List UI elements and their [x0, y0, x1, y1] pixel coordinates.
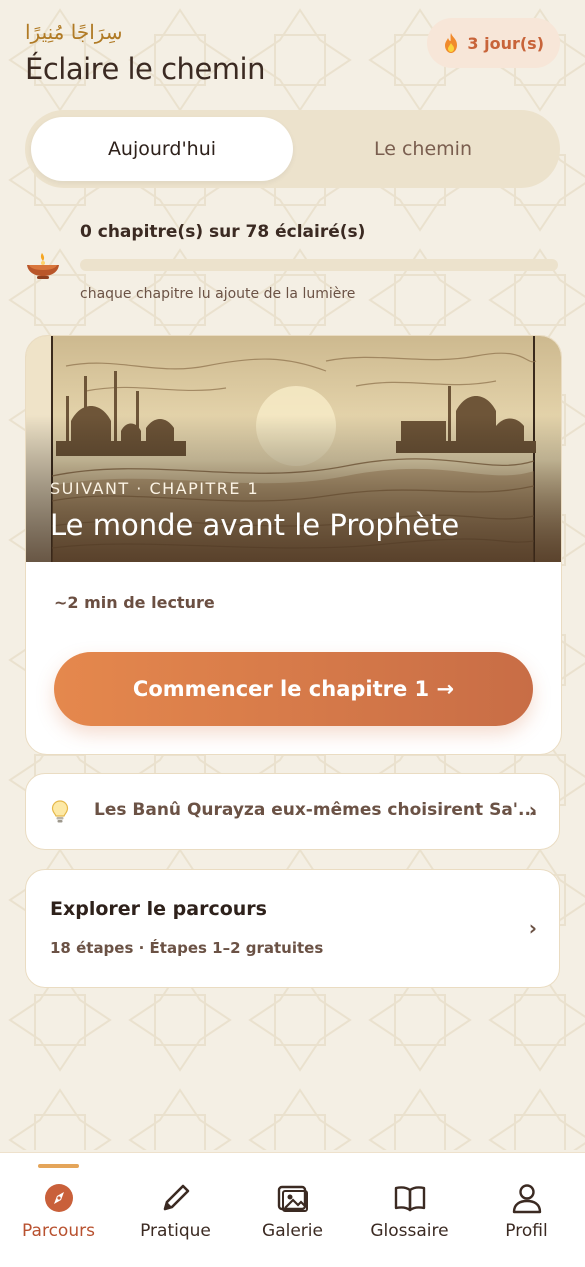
nav-item-glossaire[interactable]: Glossaire	[351, 1181, 468, 1251]
nav-label-galerie: Galerie	[262, 1221, 323, 1241]
progress-subtitle: chaque chapitre lu ajoute de la lumière	[80, 286, 356, 302]
image-gallery-icon	[277, 1185, 308, 1212]
streak-badge[interactable]: 3 jour(s)	[427, 18, 560, 68]
next-chapter-card[interactable]: SUIVANT · CHAPITRE 1 Le monde avant le P…	[25, 335, 562, 755]
explore-path-card[interactable]: Explorer le parcours 18 étapes · Étapes …	[25, 869, 560, 988]
start-chapter-button[interactable]: Commencer le chapitre 1 →	[54, 652, 533, 726]
lightbulb-icon	[51, 800, 69, 823]
pen-icon	[163, 1184, 189, 1211]
explore-subtitle: 18 étapes · Étapes 1–2 gratuites	[50, 939, 324, 957]
progress-bar	[80, 259, 558, 271]
flame-icon	[445, 33, 458, 53]
nav-label-glossaire: Glossaire	[370, 1221, 449, 1241]
chevron-right-icon: ›	[528, 798, 537, 822]
compass-icon	[44, 1184, 73, 1212]
nav-item-parcours[interactable]: Parcours	[0, 1181, 117, 1251]
nav-item-profil[interactable]: Profil	[468, 1181, 585, 1251]
tab-today[interactable]: Aujourd'hui	[31, 117, 293, 181]
bottom-navigation: Parcours Pratique Galerie Glossaire Prof…	[0, 1152, 585, 1267]
chevron-right-icon: ›	[528, 916, 537, 940]
header: سِرَاجًا مُنِيرًا Éclaire le chemin 3 jo…	[25, 18, 560, 98]
fact-text: Les Banû Qurayza eux-mêmes choisirent Sa…	[94, 800, 538, 820]
fact-card[interactable]: Les Banû Qurayza eux-mêmes choisirent Sa…	[25, 773, 560, 850]
nav-label-parcours: Parcours	[22, 1221, 95, 1241]
progress-section: 0 chapitre(s) sur 78 éclairé(s) chaque c…	[25, 215, 560, 315]
nav-item-pratique[interactable]: Pratique	[117, 1181, 234, 1251]
progress-title: 0 chapitre(s) sur 78 éclairé(s)	[80, 222, 366, 242]
app-root: سِرَاجًا مُنِيرًا Éclaire le chemin 3 jo…	[0, 0, 585, 1267]
active-tab-indicator	[38, 1164, 79, 1168]
chapter-kicker: SUIVANT · CHAPITRE 1	[50, 479, 260, 498]
read-time: ~2 min de lecture	[54, 593, 215, 612]
nav-label-pratique: Pratique	[140, 1221, 211, 1241]
book-icon	[394, 1186, 425, 1212]
streak-label: 3 jour(s)	[467, 33, 544, 53]
page-title: Éclaire le chemin	[25, 52, 265, 86]
tab-path[interactable]: Le chemin	[292, 117, 554, 181]
nav-label-profil: Profil	[505, 1221, 548, 1241]
oil-lamp-icon	[27, 253, 59, 279]
person-icon	[512, 1184, 541, 1214]
explore-title: Explorer le parcours	[50, 898, 267, 920]
arabic-title: سِرَاجًا مُنِيرًا	[25, 20, 123, 44]
chapter-title: Le monde avant le Prophète	[50, 508, 460, 542]
nav-item-galerie[interactable]: Galerie	[234, 1181, 351, 1251]
view-tabs: Aujourd'hui Le chemin	[25, 110, 560, 188]
